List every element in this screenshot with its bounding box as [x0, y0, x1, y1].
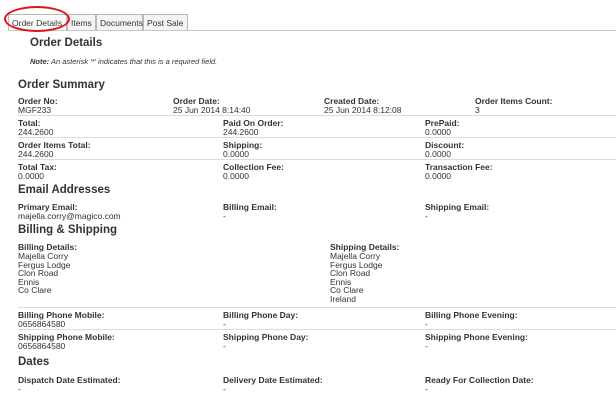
field-created-date: Created Date: 25 Jun 2014 8:12:08	[324, 96, 402, 115]
field-label: Shipping Email:	[425, 202, 490, 212]
row-divider	[18, 137, 616, 138]
section-title-email-addresses: Email Addresses	[18, 184, 111, 196]
tab-documents[interactable]: Documents	[96, 14, 143, 30]
field-discount: Discount: 0.0000	[425, 140, 464, 159]
tab-post-sale[interactable]: Post Sale	[143, 14, 188, 30]
section-title-order-summary: Order Summary	[18, 79, 105, 91]
field-value: 244.2600	[223, 127, 259, 137]
field-order-date: Order Date: 25 Jun 2014 8:14:40	[173, 96, 251, 115]
field-value: 0656864580	[18, 341, 66, 351]
field-order-items-count: Order Items Count: 3	[475, 96, 552, 115]
field-order-items-total: Order Items Total: 244.2600	[18, 140, 91, 159]
field-value: 0.0000	[425, 149, 451, 159]
page-title: Order Details	[30, 37, 103, 49]
field-value: -	[425, 211, 428, 221]
field-value: 0.0000	[425, 127, 451, 137]
field-label: Shipping Phone Evening:	[425, 332, 528, 342]
field-value: -	[18, 384, 21, 394]
address-line: Ireland	[330, 293, 356, 304]
field-label: Billing Email:	[223, 202, 277, 212]
required-field-note: Note: An asterisk '*' indicates that thi…	[30, 57, 217, 66]
field-value: -	[425, 384, 428, 394]
field-total-tax: Total Tax: 0.0000	[18, 162, 57, 181]
field-value: majella.corry@magico.com	[18, 211, 121, 221]
field-value: 3	[475, 105, 480, 115]
field-transaction-fee: Transaction Fee: 0.0000	[425, 162, 493, 181]
field-shipping-phone-evening: Shipping Phone Evening: -	[425, 332, 528, 351]
field-value: 25 Jun 2014 8:12:08	[324, 105, 402, 115]
field-order-no: Order No: MGF233	[18, 96, 58, 115]
field-paid-on-order: Paid On Order: 244.2600	[223, 118, 283, 137]
field-value: -	[425, 319, 428, 329]
field-value: 244.2600	[18, 149, 54, 159]
field-dispatch-date-estimated: Dispatch Date Estimated: -	[18, 375, 121, 394]
field-billing-phone-evening: Billing Phone Evening: -	[425, 310, 518, 329]
field-value: -	[223, 319, 226, 329]
field-value: -	[223, 341, 226, 351]
note-prefix: Note:	[30, 57, 50, 66]
field-label: Order Items Count:	[475, 96, 553, 106]
shipping-details-block: Shipping Details: Majella Corry Fergus L…	[330, 242, 399, 304]
field-label: Shipping Phone Day:	[223, 332, 309, 342]
row-divider	[18, 159, 616, 160]
field-label: Delivery Date Estimated:	[223, 375, 323, 385]
field-shipping-phone-mobile: Shipping Phone Mobile: 0656864580	[18, 332, 115, 351]
field-value: 0.0000	[223, 171, 249, 181]
field-label: Ready For Collection Date:	[425, 375, 534, 385]
field-shipping-phone-day: Shipping Phone Day: -	[223, 332, 308, 351]
field-ready-for-collection-date: Ready For Collection Date: -	[425, 375, 534, 394]
field-total: Total: 244.2600	[18, 118, 53, 137]
field-value: 244.2600	[18, 127, 54, 137]
field-value: -	[223, 384, 226, 394]
row-divider	[18, 307, 616, 308]
section-title-billing-shipping: Billing & Shipping	[18, 224, 118, 236]
section-title-dates: Dates	[18, 356, 50, 368]
tab-items[interactable]: Items	[67, 14, 96, 30]
row-divider	[18, 115, 616, 116]
field-label: Billing Phone Day:	[223, 310, 299, 320]
field-label: Dispatch Date Estimated:	[18, 375, 121, 385]
field-value: 0.0000	[223, 149, 249, 159]
field-shipping-email: Shipping Email: -	[425, 202, 489, 221]
billing-details-block: Billing Details: Majella Corry Fergus Lo…	[18, 242, 77, 295]
address-line: Co Clare	[18, 285, 52, 296]
field-prepaid: PrePaid: 0.0000	[425, 118, 460, 137]
field-billing-phone-mobile: Billing Phone Mobile: 0656864580	[18, 310, 104, 329]
field-billing-email: Billing Email: -	[223, 202, 277, 221]
field-value: 0.0000	[425, 171, 451, 181]
field-value: -	[425, 341, 428, 351]
row-divider	[18, 329, 616, 330]
note-text: An asterisk '*' indicates that this is a…	[50, 57, 218, 66]
field-collection-fee: Collection Fee: 0.0000	[223, 162, 284, 181]
field-shipping: Shipping: 0.0000	[223, 140, 262, 159]
field-value: 0656864580	[18, 319, 66, 329]
field-billing-phone-day: Billing Phone Day: -	[223, 310, 298, 329]
field-label: Billing Phone Evening:	[425, 310, 518, 320]
tab-divider	[8, 30, 616, 31]
field-value: 25 Jun 2014 8:14:40	[173, 105, 251, 115]
field-value: 0.0000	[18, 171, 44, 181]
field-value: MGF233	[18, 105, 52, 115]
field-delivery-date-estimated: Delivery Date Estimated: -	[223, 375, 323, 394]
field-value: -	[223, 211, 226, 221]
field-primary-email: Primary Email: majella.corry@magico.com	[18, 202, 121, 221]
highlight-annotation-ring	[4, 6, 70, 32]
